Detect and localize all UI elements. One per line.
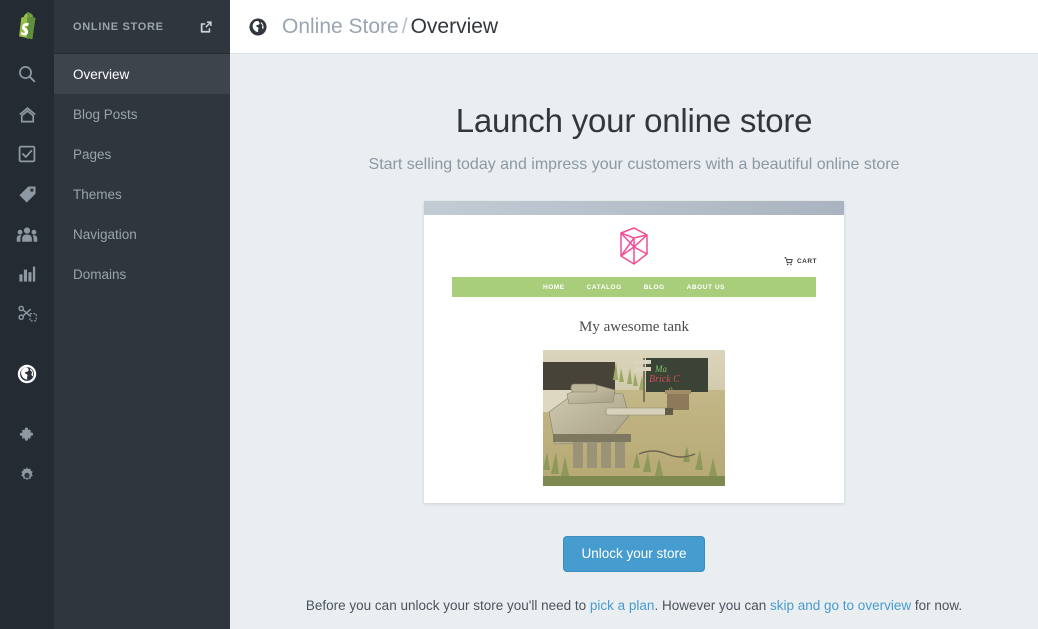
unlock-store-button[interactable]: Unlock your store <box>563 536 704 572</box>
sidebar-item-pages[interactable]: Pages <box>54 134 230 174</box>
sidebar-item-navigation[interactable]: Navigation <box>54 214 230 254</box>
breadcrumb-separator: / <box>399 15 411 38</box>
sidebar-item-overview[interactable]: Overview <box>54 54 230 94</box>
rail-item-settings[interactable] <box>0 454 54 494</box>
rail-item-search[interactable] <box>0 54 54 94</box>
sidebar-item-blog-posts[interactable]: Blog Posts <box>54 94 230 134</box>
pick-a-plan-link[interactable]: pick a plan <box>590 598 655 613</box>
sidebar-item-label: Pages <box>73 147 111 162</box>
rail-item-discounts[interactable] <box>0 294 54 334</box>
sidebar-item-themes[interactable]: Themes <box>54 174 230 214</box>
breadcrumb-current: Overview <box>411 15 499 38</box>
sidebar-item-label: Themes <box>73 187 122 202</box>
rail-item-orders[interactable] <box>0 134 54 174</box>
unlock-store-note: Before you can unlock your store you'll … <box>306 598 962 613</box>
globe-icon <box>248 17 268 37</box>
store-product-title: My awesome tank <box>424 319 844 336</box>
note-prefix: Before you can unlock your store you'll … <box>306 598 590 613</box>
rail-item-customers[interactable] <box>0 214 54 254</box>
note-middle: . However you can <box>654 598 770 613</box>
rail-item-products[interactable] <box>0 174 54 214</box>
shopping-cart-icon <box>784 257 793 266</box>
sidebar-header: ONLINE STORE <box>54 0 230 54</box>
settings-gear-icon <box>17 464 37 484</box>
apps-puzzle-icon <box>17 424 38 445</box>
customers-icon <box>16 224 38 244</box>
sidebar-item-label: Domains <box>73 267 126 282</box>
store-header: CART <box>424 215 844 277</box>
analytics-bar-chart-icon <box>17 264 37 284</box>
store-nav-bar: HOME CATALOG BLOG ABOUT US <box>452 277 816 297</box>
online-store-globe-icon <box>16 363 38 385</box>
preview-chrome-bar <box>424 201 844 215</box>
rail-item-analytics[interactable] <box>0 254 54 294</box>
discounts-scissors-icon <box>17 304 38 324</box>
page-title: Launch your online store <box>456 102 813 140</box>
store-cart-label: CART <box>797 258 817 265</box>
home-icon <box>17 104 38 125</box>
orders-checkbox-icon <box>17 144 37 164</box>
rail-item-online-store[interactable] <box>0 354 54 394</box>
top-bar: Online Store/Overview <box>230 0 1038 54</box>
store-nav-item-catalog[interactable]: CATALOG <box>587 284 622 291</box>
search-icon <box>17 64 37 84</box>
app-root: ONLINE STORE Overview Blog Posts Pages T… <box>0 0 1038 629</box>
main-region: Online Store/Overview Launch your online… <box>230 0 1038 629</box>
store-product-image: Ma Brick C o <box>543 350 725 486</box>
prism-logo-icon <box>615 224 653 268</box>
breadcrumb-globe <box>248 17 268 37</box>
external-link-icon <box>199 20 213 34</box>
store-cart-link[interactable]: CART <box>784 257 817 266</box>
content-area: Launch your online store Start selling t… <box>230 54 1038 629</box>
sidebar-title: ONLINE STORE <box>73 21 164 33</box>
store-product-image-wrap: Ma Brick C o <box>424 350 844 486</box>
store-preview-content: CART HOME CATALOG BLOG ABOUT US My aweso… <box>424 215 844 486</box>
store-nav-item-blog[interactable]: BLOG <box>644 284 665 291</box>
rail-item-apps[interactable] <box>0 414 54 454</box>
rail-item-home[interactable] <box>0 94 54 134</box>
secondary-sidebar: ONLINE STORE Overview Blog Posts Pages T… <box>54 0 230 629</box>
shopify-bag-icon <box>14 12 40 42</box>
sidebar-item-domains[interactable]: Domains <box>54 254 230 294</box>
store-preview-card[interactable]: CART HOME CATALOG BLOG ABOUT US My aweso… <box>424 201 844 503</box>
sidebar-item-label: Overview <box>73 67 129 82</box>
products-tag-icon <box>17 184 38 205</box>
shopify-logo[interactable] <box>0 0 54 54</box>
page-subtitle: Start selling today and impress your cus… <box>369 156 900 174</box>
store-nav-item-home[interactable]: HOME <box>543 284 565 291</box>
breadcrumb: Online Store/Overview <box>282 15 498 39</box>
sidebar-nav-list: Overview Blog Posts Pages Themes Navigat… <box>54 54 230 294</box>
sidebar-item-label: Navigation <box>73 227 137 242</box>
sidebar-item-label: Blog Posts <box>73 107 138 122</box>
primary-icon-rail <box>0 0 54 629</box>
breadcrumb-parent[interactable]: Online Store <box>282 15 399 38</box>
open-store-button[interactable] <box>199 20 213 34</box>
store-nav-item-about-us[interactable]: ABOUT US <box>687 284 725 291</box>
skip-to-overview-link[interactable]: skip and go to overview <box>770 598 911 613</box>
note-suffix: for now. <box>911 598 962 613</box>
